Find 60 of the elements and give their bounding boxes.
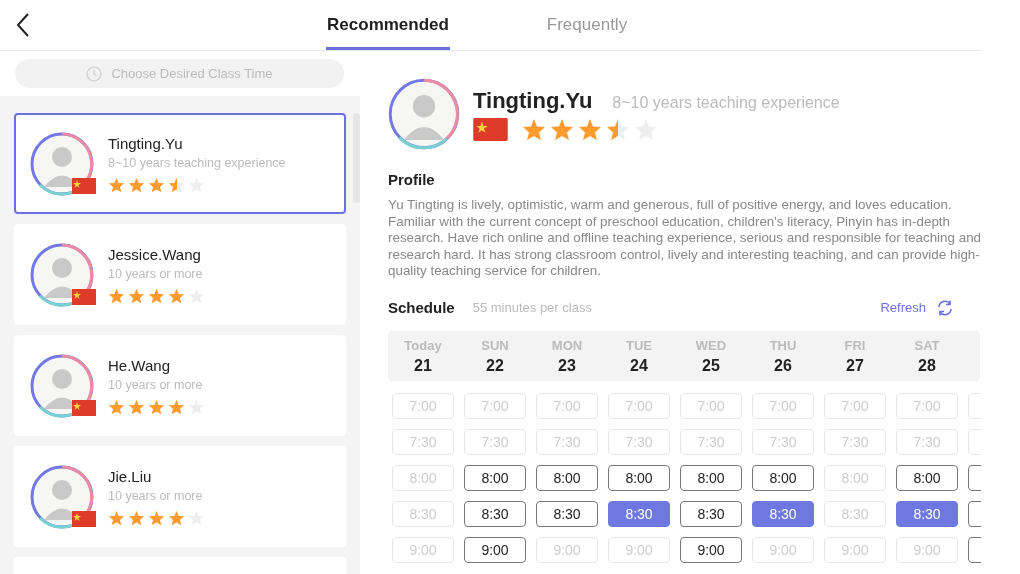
time-slot[interactable]: 9:00 (680, 536, 742, 563)
refresh-icon (936, 298, 954, 317)
date-label: 24 (630, 356, 648, 375)
teacher-card[interactable]: Jessice.Wang 10 years or more (14, 224, 346, 325)
date-label: 27 (846, 356, 864, 375)
weekday-label: MON (551, 337, 583, 353)
time-slot[interactable]: 8:00 (752, 464, 814, 491)
flag-icon (473, 117, 508, 141)
date-label: 21 (414, 356, 432, 375)
avatar-icon (388, 78, 460, 150)
time-slot[interactable]: 8:30 (680, 500, 742, 527)
teacher-name: Jie.Liu (108, 467, 153, 485)
clock-icon (86, 65, 103, 82)
class-duration-note: 55 minutes per class (472, 300, 592, 315)
weekday-label: Today (404, 337, 442, 353)
section-title: Schedule (388, 299, 455, 316)
date-label: 25 (702, 356, 720, 375)
teacher-name: Tingting.Yu (473, 87, 593, 114)
weekday-label: SUN (481, 337, 509, 353)
flag-icon (72, 399, 96, 416)
time-slot[interactable]: 8:00 (536, 464, 598, 491)
scrollbar[interactable] (353, 113, 360, 203)
weekday-label: FRI (844, 337, 866, 353)
time-slot[interactable]: 8:30 (608, 500, 670, 527)
time-slot[interactable]: 8:30 (896, 500, 958, 527)
time-slot[interactable]: 8:30 (752, 500, 814, 527)
flag-icon (72, 288, 96, 305)
refresh-button[interactable]: Refresh (880, 298, 954, 317)
weekday-label: THU (769, 337, 797, 353)
date-label: 28 (918, 356, 936, 375)
teacher-experience: 10 years or more (108, 377, 204, 392)
date-label: 23 (558, 356, 576, 375)
time-slot[interactable]: 8:30 (536, 500, 598, 527)
time-slot[interactable]: 8:00 (464, 464, 526, 491)
date-label: 22 (486, 356, 504, 375)
teacher-card[interactable]: He.Wang 10 years or more (14, 335, 346, 436)
date-label: 26 (774, 356, 792, 375)
teacher-name: Jessice.Wang (108, 245, 202, 263)
profile-text: Yu Tingting is lively, optimistic, warm and generous, full of positive energy, and loves education. Familiar with the current concept of preschool education, children's literacy, Pinyin has in-depth research. Have rich online and offline teaching experience, serious and responsible for teaching and research hard. It has strong classroom control, lively and interesting teaching, and can provide high-quality teaching service for children. (388, 197, 983, 280)
teacher-card[interactable]: Jie.Liu 10 years or more (14, 446, 346, 547)
teacher-experience: 8~10 years teaching experience (612, 93, 840, 112)
teacher-experience: 10 years or more (108, 488, 204, 503)
teacher-name: He.Wang (108, 356, 171, 374)
flag-icon (72, 177, 96, 194)
weekday-label: SAT (914, 337, 940, 353)
time-slot[interactable]: 8:00 (608, 464, 670, 491)
section-title: Profile (388, 171, 436, 188)
teacher-experience: 10 years or more (108, 266, 204, 281)
weekday-label: WED (695, 337, 727, 353)
tab[interactable]: Frequently (525, 0, 649, 50)
time-slot[interactable]: 8:00 (680, 464, 742, 491)
back-icon[interactable] (16, 13, 30, 37)
time-slot[interactable]: 9:00 (464, 536, 526, 563)
flag-icon (72, 510, 96, 527)
teacher-card[interactable]: Tingting.Yu 8~10 years teaching experience (14, 113, 346, 214)
teacher-experience: 8~10 years teaching experience (108, 155, 286, 170)
teacher-name: Tingting.Yu (108, 134, 184, 152)
weekday-label: TUE (626, 337, 652, 353)
time-slot[interactable]: 8:30 (464, 500, 526, 527)
time-slot[interactable]: 8:00 (896, 464, 958, 491)
